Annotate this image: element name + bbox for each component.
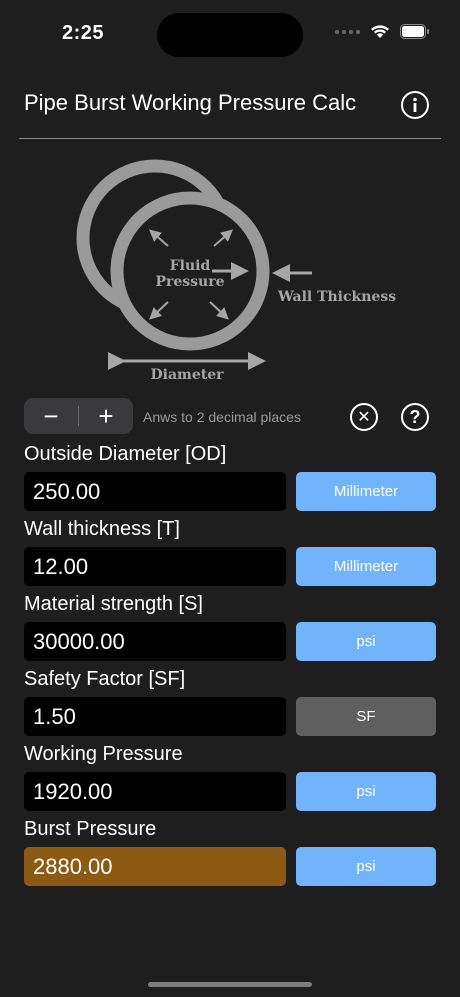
safety-factor-unit-button: SF (296, 697, 436, 736)
battery-icon (400, 24, 429, 39)
decimal-stepper: − + (24, 398, 133, 434)
header-divider (19, 138, 441, 139)
decrement-button[interactable]: − (24, 398, 78, 434)
material-strength-label: Material strength [S] (24, 593, 203, 615)
diameter-label: Diameter (150, 367, 224, 383)
wall-thickness-label: Wall Thickness (277, 289, 396, 305)
fluid-label-line1: Fluid (170, 258, 211, 274)
burst-pressure-input[interactable]: 2880.00 (24, 847, 286, 886)
status-bar: 2:25 (0, 0, 460, 70)
help-button[interactable]: ? (401, 403, 429, 431)
increment-button[interactable]: + (79, 398, 133, 434)
cellular-signal-icon (335, 29, 360, 34)
working-pressure-input[interactable]: 1920.00 (24, 772, 286, 811)
info-button[interactable] (401, 91, 429, 119)
material-strength-unit-button[interactable]: psi (296, 622, 436, 661)
outside-diameter-label: Outside Diameter [OD] (24, 443, 227, 465)
material-strength-input[interactable]: 30000.00 (24, 622, 286, 661)
wall-thickness-unit-button[interactable]: Millimeter (296, 547, 436, 586)
status-time: 2:25 (62, 22, 105, 44)
burst-pressure-unit-button[interactable]: psi (296, 847, 436, 886)
pipe-diagram: Fluid Pressure Wall Thickness Diameter (60, 150, 400, 390)
wall-thickness-input[interactable]: 12.00 (24, 547, 286, 586)
safety-factor-input[interactable]: 1.50 (24, 697, 286, 736)
wall-thickness-label: Wall thickness [T] (24, 518, 180, 540)
outside-diameter-unit-button[interactable]: Millimeter (296, 472, 436, 511)
question-icon: ? (409, 406, 421, 427)
working-pressure-label: Working Pressure (24, 743, 183, 765)
dynamic-island (157, 13, 303, 57)
outside-diameter-input[interactable]: 250.00 (24, 472, 286, 511)
safety-factor-label: Safety Factor [SF] (24, 668, 186, 690)
decimal-hint: Anws to 2 decimal places (143, 409, 301, 425)
clear-button[interactable]: ✕ (350, 403, 378, 431)
status-icons (335, 24, 430, 39)
info-icon (413, 97, 417, 112)
pipe-diagram-illustration: Fluid Pressure Wall Thickness Diameter (76, 159, 396, 383)
burst-pressure-label: Burst Pressure (24, 818, 157, 840)
wifi-icon (371, 25, 389, 38)
fluid-label-line2: Pressure (155, 274, 224, 290)
close-icon: ✕ (357, 409, 371, 426)
page-title: Pipe Burst Working Pressure Calc (24, 90, 357, 115)
working-pressure-unit-button[interactable]: psi (296, 772, 436, 811)
home-indicator[interactable] (148, 982, 312, 987)
